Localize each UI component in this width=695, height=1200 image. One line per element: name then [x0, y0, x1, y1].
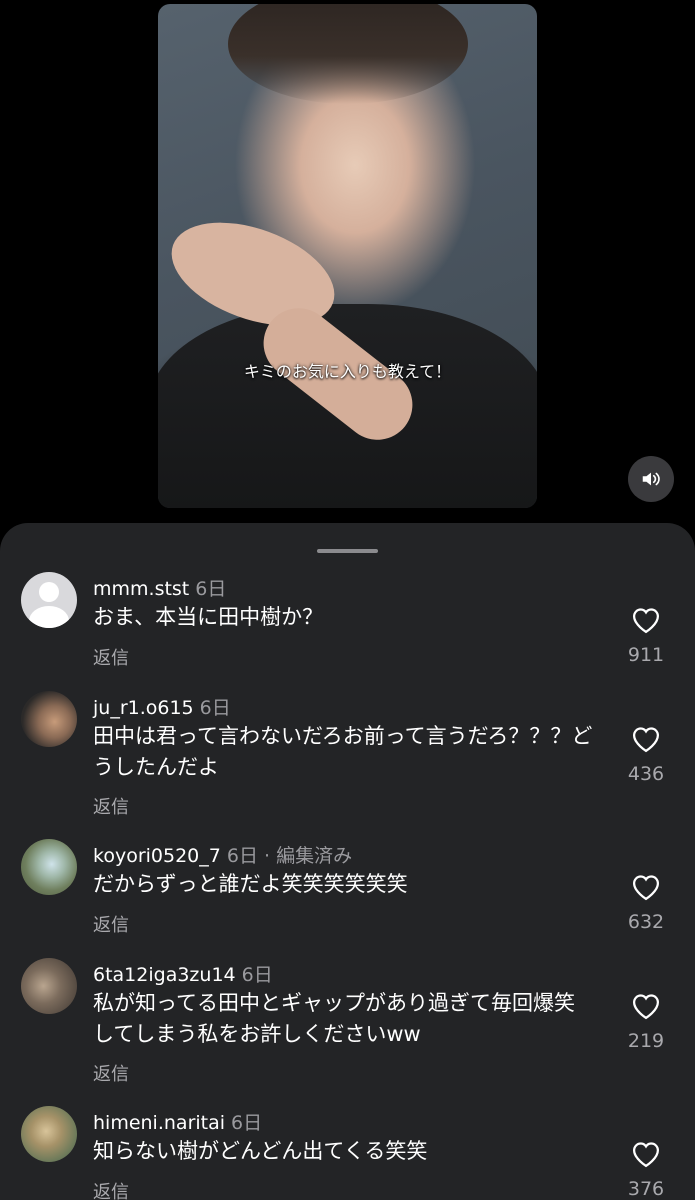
comment-time: 6日: [231, 1112, 263, 1134]
like-count: 632: [627, 911, 665, 933]
like-count: 376: [627, 1178, 665, 1200]
video-caption: キミのお気に入りも教えて！: [243, 362, 452, 381]
user-avatar-icon[interactable]: [21, 691, 77, 747]
mute-button[interactable]: [628, 456, 674, 502]
avatar-body-shape: [29, 606, 69, 628]
heart-icon: [632, 608, 660, 634]
heart-icon: [632, 875, 660, 901]
reply-button[interactable]: 返信: [93, 644, 129, 670]
comment-header: ju_r1.o615 6日: [93, 693, 231, 720]
like-button[interactable]: 632: [620, 873, 672, 933]
like-button[interactable]: 219: [620, 992, 672, 1052]
comment-text: 私が知ってる田中とギャップがあり過ぎて毎回爆笑してしまう私をお許しくださいww: [93, 991, 575, 1046]
reply-button[interactable]: 返信: [93, 793, 129, 819]
comment-username[interactable]: ju_r1.o615: [93, 697, 194, 719]
like-count: 219: [627, 1030, 665, 1052]
comment-text: だからずっと誰だよ笑笑笑笑笑笑: [93, 872, 408, 896]
like-count: 911: [627, 644, 665, 666]
comment-header: koyori0520_7 6日 · 編集済み: [93, 841, 352, 868]
speaker-icon: [642, 472, 660, 486]
comment-header: himeni.naritai 6日: [93, 1108, 262, 1135]
like-button[interactable]: 436: [620, 725, 672, 785]
reply-button[interactable]: 返信: [93, 1178, 129, 1200]
comment-text: 知らない樹がどんどん出てくる笑笑: [93, 1139, 428, 1163]
sheet-grabber[interactable]: [317, 549, 378, 553]
comment-username[interactable]: himeni.naritai: [93, 1112, 225, 1134]
comment-time: 6日: [199, 697, 231, 719]
comment-time: 6日: [241, 964, 273, 986]
comment-username[interactable]: mmm.stst: [93, 578, 189, 600]
comment-username[interactable]: 6ta12iga3zu14: [93, 964, 236, 986]
reply-button[interactable]: 返信: [93, 911, 129, 937]
like-button[interactable]: 911: [620, 606, 672, 666]
comment-header: 6ta12iga3zu14 6日: [93, 960, 273, 987]
user-avatar-icon[interactable]: [21, 958, 77, 1014]
comment-time: 6日: [195, 578, 227, 600]
user-avatar-icon[interactable]: [21, 1106, 77, 1162]
avatar-head-shape: [39, 582, 59, 602]
comment-text: おま、本当に田中樹か？: [93, 605, 324, 629]
comment-time: 6日: [226, 845, 258, 867]
comment-text: 田中は君って言わないだろお前って言うだろ？？？どうしたんだよ: [93, 724, 593, 779]
video-player[interactable]: キミのお気に入りも教えて！: [158, 4, 537, 508]
user-avatar-icon[interactable]: [21, 839, 77, 895]
comment-username[interactable]: koyori0520_7: [93, 845, 221, 867]
like-count: 436: [627, 763, 665, 785]
like-button[interactable]: 376: [620, 1140, 672, 1200]
default-avatar-icon[interactable]: [21, 572, 77, 628]
video-frame-hair: [228, 4, 468, 104]
heart-icon: [632, 994, 660, 1020]
reply-button[interactable]: 返信: [93, 1060, 129, 1086]
heart-icon: [632, 727, 660, 753]
heart-icon: [632, 1142, 660, 1168]
edited-label: · 編集済み: [264, 845, 353, 867]
comments-sheet[interactable]: mmm.stst 6日 おま、本当に田中樹か？ 返信 911 ju_r1.o615…: [0, 523, 695, 1200]
comment-header: mmm.stst 6日: [93, 574, 226, 601]
